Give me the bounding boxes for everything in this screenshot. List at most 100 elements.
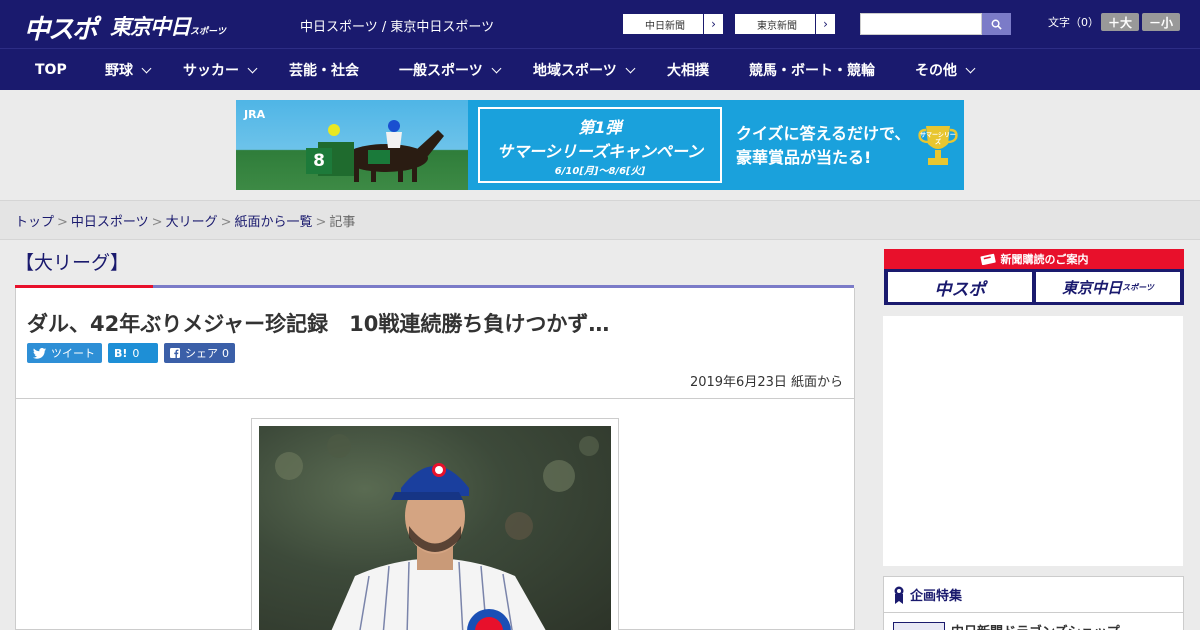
main-nav: TOP 野球 サッカー 芸能・社会 一般スポーツ 地域スポーツ 大相撲 競馬・ボ… (0, 48, 1200, 90)
nav-item-sumo[interactable]: 大相撲 (667, 49, 709, 91)
breadcrumb-bar: トップ > 中日スポーツ > 大リーグ > 紙面から一覧 > 記事 (0, 200, 1200, 240)
promo-line-1: クイズに答えるだけで、 (736, 124, 911, 143)
feature-heading: 企画特集 (884, 577, 1183, 613)
nav-label: 野球 (105, 63, 133, 79)
tokyo-logo-suffix: スポーツ (190, 27, 226, 37)
site-names: 中日スポーツ / 東京中日スポーツ (300, 20, 495, 35)
subscribe-tokyo-chunichi-button[interactable]: 東京中日 スポーツ (1036, 272, 1180, 302)
facebook-icon (170, 348, 180, 358)
nav-item-racing[interactable]: 競馬・ボート・競輪 (749, 49, 875, 91)
breadcrumb-link-mlb[interactable]: 大リーグ (166, 215, 218, 230)
breadcrumb-link-chunichi-sports[interactable]: 中日スポーツ (71, 215, 149, 230)
nav-label: 一般スポーツ (399, 63, 483, 79)
breadcrumb-separator: > (315, 215, 327, 230)
chevron-down-icon (491, 63, 502, 73)
subscribe-tokyo-suffix: スポーツ (1122, 282, 1154, 292)
chevron-right-icon: › (815, 14, 835, 34)
hatena-count: 0 (132, 346, 140, 360)
nav-item-regional-sports[interactable]: 地域スポーツ (533, 49, 636, 91)
article-title: ダル、42年ぶりメジャー珍記録 10戦連続勝ち負けつかず… (27, 312, 610, 336)
breadcrumb-link-top[interactable]: トップ (15, 215, 54, 230)
nav-item-entertainment[interactable]: 芸能・社会 (289, 49, 359, 91)
nav-label: サッカー (183, 63, 239, 79)
search-icon (991, 19, 1002, 30)
nav-item-soccer[interactable]: サッカー (183, 49, 258, 91)
article-date: 2019年6月23日 紙面から (689, 375, 843, 390)
chevron-down-icon (141, 63, 152, 73)
twitter-icon (33, 347, 46, 359)
tokyo-logo-text: 東京中日 (110, 15, 191, 39)
chevron-down-icon (965, 63, 976, 73)
search-button[interactable] (982, 13, 1011, 35)
tweet-button[interactable]: ツイート (27, 343, 102, 363)
tokyo-chunichi-logo[interactable]: 東京中日スポーツ (110, 11, 226, 41)
font-increase-button[interactable]: ＋大 (1101, 13, 1139, 31)
chevron-down-icon (247, 63, 258, 73)
ad-banner[interactable]: JRA 8 第1弾 サマーシリーズキャンペーン 6/10[月]～8/6[火] ク… (236, 100, 964, 190)
nav-label: TOP (35, 62, 67, 78)
breadcrumb-link-paper-list[interactable]: 紙面から一覧 (235, 215, 313, 230)
article-photo[interactable] (259, 426, 611, 630)
chunichi-shimbun-link[interactable]: 中日新聞 › (622, 13, 724, 35)
saddle-number: 8 (306, 148, 332, 174)
top-header: 中スポ 東京中日スポーツ 中日スポーツ / 東京中日スポーツ 中日新聞 › 東京… (0, 0, 1200, 48)
facebook-count: 0 (222, 346, 229, 360)
breadcrumb-current: 記事 (329, 215, 356, 230)
nav-item-baseball[interactable]: 野球 (105, 49, 152, 91)
chevron-right-icon: › (703, 14, 723, 34)
subscription-heading-text: 新聞購読のご案内 (1000, 253, 1089, 266)
social-share-bar: ツイート B! 0 シェア 0 (27, 343, 241, 363)
tokyo-shimbun-link[interactable]: 東京新聞 › (734, 13, 836, 35)
hatena-bookmark-button[interactable]: B! 0 (108, 343, 158, 363)
trophy-icon (918, 126, 958, 165)
promo-text: クイズに答えるだけで、 豪華賞品が当たる! (736, 122, 910, 170)
ribbon-icon (894, 586, 904, 604)
category-heading: 【大リーグ】 (15, 252, 130, 274)
chevron-down-icon (625, 63, 636, 73)
breadcrumb: トップ > 中日スポーツ > 大リーグ > 紙面から一覧 > 記事 (15, 211, 355, 230)
nav-item-general-sports[interactable]: 一般スポーツ (399, 49, 502, 91)
nav-label: 芸能・社会 (289, 63, 359, 79)
promo-line-2: 豪華賞品が当たる! (736, 148, 872, 167)
chunichi-shimbun-label: 中日新聞 (645, 20, 685, 32)
trophy-label: サマーシリーズ (920, 132, 956, 146)
subscription-widget: 新聞購読のご案内 中スポ 東京中日 スポーツ (884, 249, 1184, 305)
nav-label: その他 (915, 63, 957, 79)
jra-logo: JRA (244, 108, 266, 121)
subscription-heading: 新聞購読のご案内 (884, 249, 1184, 269)
article-photo-frame (251, 418, 619, 630)
article-card: ダル、42年ぶりメジャー珍記録 10戦連続勝ち負けつかず… ツイート B! 0 … (15, 288, 855, 630)
campaign-box: 第1弾 サマーシリーズキャンペーン 6/10[月]～8/6[火] (478, 107, 722, 183)
dragons-shop-link[interactable]: 中日新聞ドラゴンズショップ (951, 621, 1120, 630)
horse-racing-photo: JRA 8 (236, 100, 468, 190)
font-decrease-button[interactable]: －小 (1142, 13, 1180, 31)
nav-label: 大相撲 (667, 63, 709, 79)
racehorse-image (318, 120, 444, 182)
subscribe-tokyo-text: 東京中日 (1062, 278, 1123, 297)
facebook-share-button[interactable]: シェア 0 (164, 343, 235, 363)
breadcrumb-separator: > (57, 215, 68, 230)
sidebar-ad-slot[interactable] (883, 316, 1183, 566)
facebook-label: シェア (185, 347, 218, 360)
search-input[interactable] (860, 13, 982, 35)
font-size-label: 文字（0） (1048, 16, 1099, 29)
article-divider (16, 398, 854, 399)
nav-label: 競馬・ボート・競輪 (749, 63, 875, 79)
feature-heading-text: 企画特集 (910, 589, 963, 604)
nav-item-top[interactable]: TOP (35, 49, 67, 91)
breadcrumb-separator: > (151, 215, 163, 230)
dragons-shop-thumbnail[interactable] (893, 622, 945, 630)
nav-item-other[interactable]: その他 (915, 49, 976, 91)
campaign-dates: 6/10[月]～8/6[火] (554, 165, 646, 177)
tweet-label: ツイート (51, 347, 95, 360)
breadcrumb-separator: > (220, 215, 232, 230)
feature-widget: 企画特集 中日新聞ドラゴンズショップ (883, 576, 1184, 630)
player-photo-image (275, 434, 599, 630)
chuspo-logo[interactable]: 中スポ (24, 9, 98, 46)
ticket-icon (980, 253, 996, 265)
nav-label: 地域スポーツ (533, 63, 617, 79)
subscribe-chuspo-button[interactable]: 中スポ (888, 272, 1032, 302)
campaign-prefix: 第1弾 (578, 117, 622, 137)
hatena-icon: B! (114, 346, 128, 360)
campaign-title: サマーシリーズキャンペーン (496, 141, 704, 161)
